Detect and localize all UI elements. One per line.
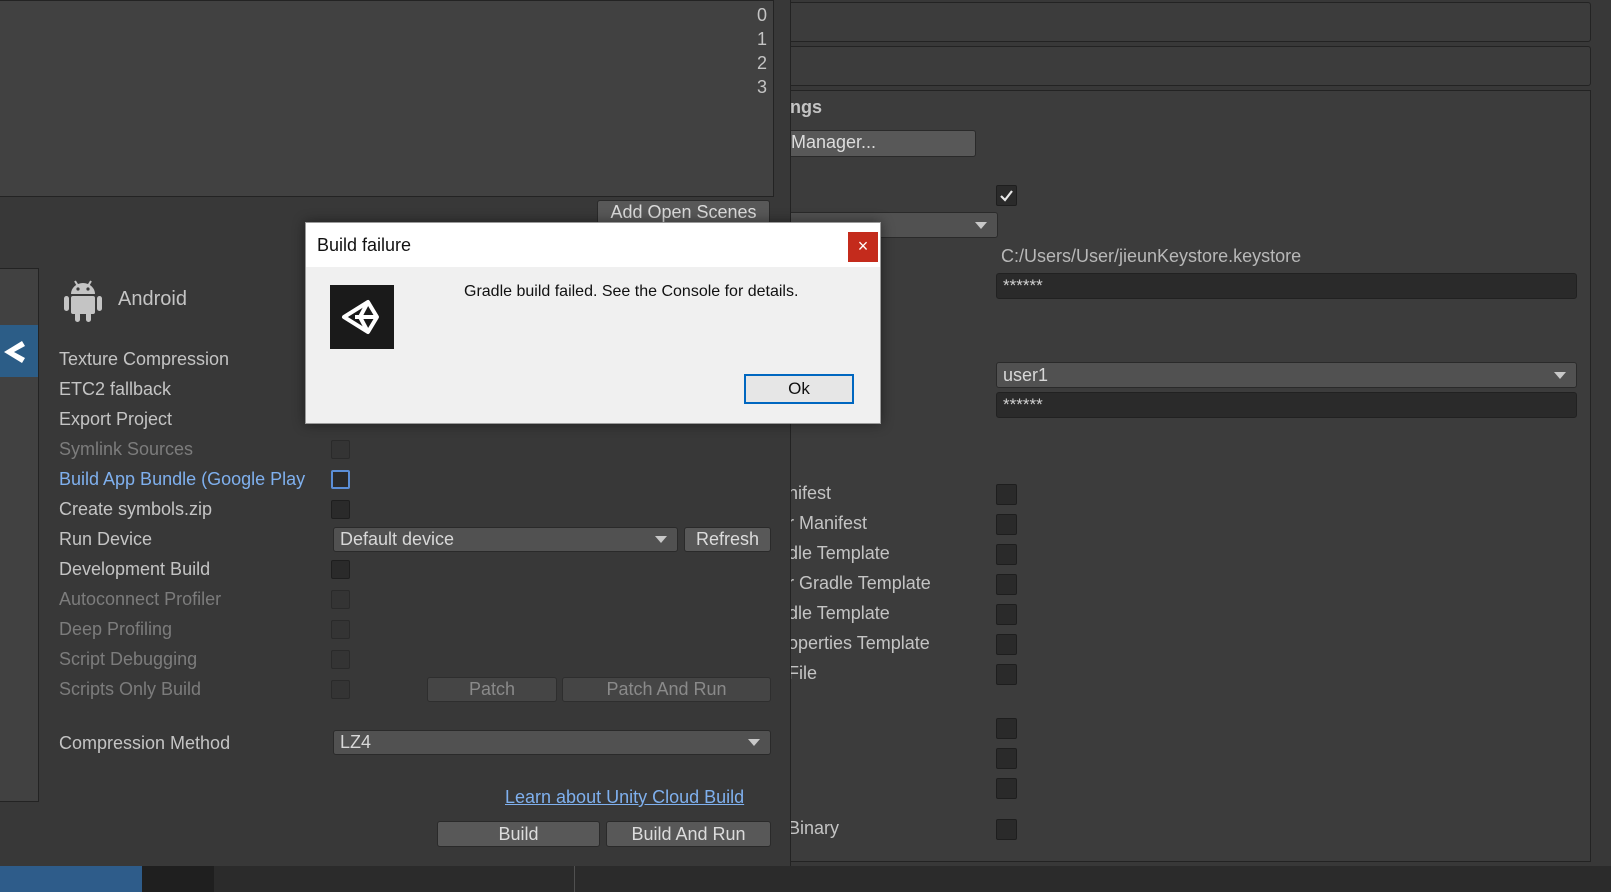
custom-main-manifest-checkbox[interactable] [996, 484, 1017, 505]
build-app-bundle-checkbox[interactable] [331, 470, 350, 489]
custom-gradle-properties-label: operties Template [788, 633, 930, 653]
close-button[interactable]: × [848, 232, 878, 262]
unity-logo-icon [342, 300, 379, 334]
custom-launcher-manifest-label: r Manifest [788, 513, 868, 533]
split-binary-extra-checkbox[interactable] [996, 778, 1017, 799]
scene-index: 2 [756, 53, 767, 73]
compression-method-label: Compression Method [59, 733, 231, 753]
development-build-label: Development Build [59, 559, 211, 579]
keystore-password-field[interactable]: ****** [996, 273, 1577, 299]
run-device-value: Default device [340, 529, 455, 549]
scripts-only-build-checkbox[interactable] [331, 680, 350, 699]
build-settings-window: 0 1 2 3 Add Open Scenes Android Texture … [0, 0, 791, 866]
autoconnect-profiler-checkbox[interactable] [331, 590, 350, 609]
alias-dropdown[interactable]: user1 [996, 362, 1577, 388]
custom-keystore-checkbox[interactable] [996, 185, 1017, 206]
chevron-down-icon [975, 222, 987, 229]
scene-index: 1 [756, 29, 767, 49]
autoconnect-profiler-label: Autoconnect Profiler [59, 589, 222, 609]
scenes-in-build-list[interactable]: 0 1 2 3 [0, 0, 774, 197]
run-device-dropdown[interactable]: Default device [333, 527, 678, 552]
taskbar-divider [574, 866, 575, 892]
patch-button[interactable]: Patch [427, 677, 557, 702]
keystore-path: C:/Users/User/jieunKeystore.keystore [1001, 246, 1302, 266]
create-symbols-checkbox[interactable] [331, 500, 350, 519]
chevron-down-icon [1554, 372, 1566, 379]
checkmark-icon [1000, 190, 1013, 202]
android-icon [64, 280, 102, 322]
build-failure-dialog: Build failure × Gradle build failed. See… [305, 222, 881, 424]
script-debugging-checkbox[interactable] [331, 650, 350, 669]
unity-logo-icon [330, 285, 394, 349]
scene-index: 0 [756, 5, 767, 25]
platform-item-selected[interactable] [0, 325, 38, 377]
taskbar [0, 866, 1611, 892]
custom-main-manifest-label: nifest [788, 483, 832, 503]
custom-base-gradle-checkbox[interactable] [996, 604, 1017, 625]
deep-profiling-label: Deep Profiling [59, 619, 173, 639]
ok-button[interactable]: Ok [744, 374, 854, 404]
deep-profiling-checkbox[interactable] [331, 620, 350, 639]
custom-proguard-checkbox[interactable] [996, 664, 1017, 685]
script-debugging-label: Script Debugging [59, 649, 198, 669]
build-app-bundle-label: Build App Bundle (Google Play [59, 469, 306, 489]
custom-main-gradle-checkbox[interactable] [996, 544, 1017, 565]
keystore-manager-button[interactable]: Manager... [768, 130, 976, 157]
custom-base-gradle-label: dle Template [788, 603, 890, 623]
cloud-build-link[interactable]: Learn about Unity Cloud Build [505, 787, 744, 808]
split-application-binary-label: Binary [788, 818, 840, 838]
unity-logo-icon [4, 341, 25, 363]
settings-section-bar[interactable] [770, 46, 1591, 86]
scripts-only-build-label: Scripts Only Build [59, 679, 202, 699]
compression-method-dropdown[interactable]: LZ4 [333, 730, 771, 755]
build-button[interactable]: Build [437, 821, 600, 847]
development-build-checkbox[interactable] [331, 560, 350, 579]
symlink-sources-checkbox[interactable] [331, 440, 350, 459]
chevron-down-icon [655, 536, 667, 543]
custom-launcher-gradle-checkbox[interactable] [996, 574, 1017, 595]
refresh-button[interactable]: Refresh [684, 527, 771, 552]
minify-debug-checkbox[interactable] [996, 748, 1017, 769]
add-open-scenes-button[interactable]: Add Open Scenes [597, 200, 770, 224]
custom-launcher-manifest-checkbox[interactable] [996, 514, 1017, 535]
platform-title: Android [118, 288, 187, 310]
texture-compression-label: Texture Compression [59, 349, 230, 369]
chevron-down-icon [748, 739, 760, 746]
compression-method-value: LZ4 [340, 732, 372, 752]
custom-proguard-label: File [788, 663, 818, 683]
custom-launcher-gradle-label: r Gradle Template [788, 573, 931, 593]
build-and-run-button[interactable]: Build And Run [606, 821, 771, 847]
dialog-titlebar[interactable]: Build failure × [306, 223, 880, 267]
platform-list[interactable] [0, 268, 39, 802]
minify-release-checkbox[interactable] [996, 718, 1017, 739]
split-application-binary-checkbox[interactable] [996, 819, 1017, 840]
taskbar-item[interactable] [142, 866, 214, 892]
settings-header-bar[interactable] [770, 2, 1591, 42]
custom-main-gradle-label: dle Template [788, 543, 890, 563]
dialog-message: Gradle build failed. See the Console for… [464, 283, 799, 300]
alias-value: user1 [1003, 365, 1049, 385]
symlink-sources-label: Symlink Sources [59, 439, 194, 459]
dialog-title: Build failure [317, 235, 412, 255]
taskbar-active-item[interactable] [0, 866, 142, 892]
run-device-label: Run Device [59, 529, 153, 549]
export-project-label: Export Project [59, 409, 173, 429]
alias-password-field[interactable]: ****** [996, 392, 1577, 418]
etc2-fallback-label: ETC2 fallback [59, 379, 172, 399]
scene-index: 3 [756, 77, 767, 97]
publishing-settings-heading: ngs [790, 97, 823, 117]
create-symbols-label: Create symbols.zip [59, 499, 213, 519]
patch-and-run-button[interactable]: Patch And Run [562, 677, 771, 702]
custom-gradle-properties-checkbox[interactable] [996, 634, 1017, 655]
